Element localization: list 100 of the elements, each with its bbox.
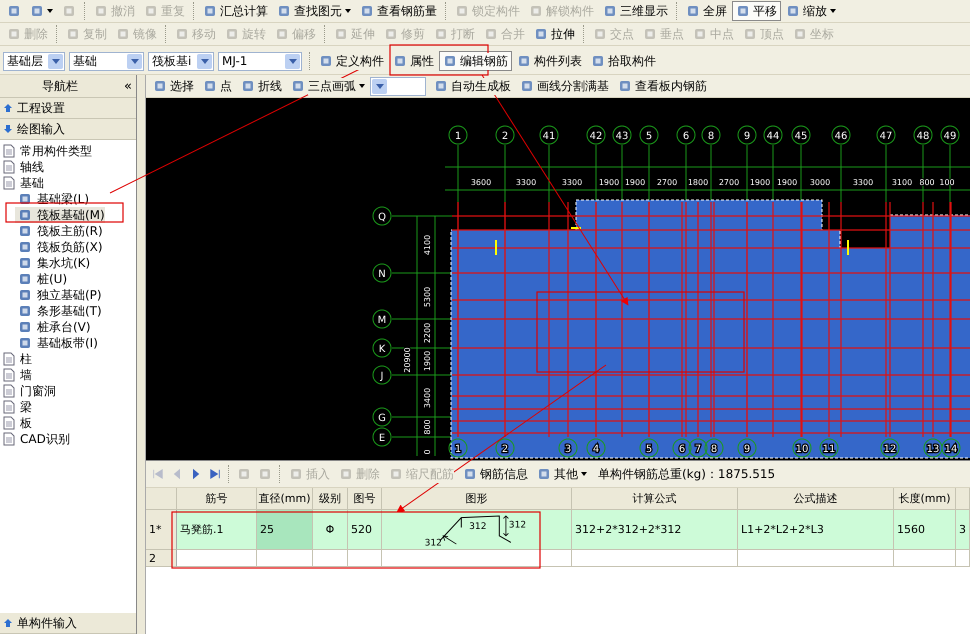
axis-bubble: 48 <box>914 126 932 144</box>
dropdown-button[interactable] <box>197 54 212 68</box>
axis-bubble: 6 <box>676 126 696 144</box>
dropdown-field[interactable]: 筏板基i <box>148 52 214 70</box>
component-icon <box>18 288 32 302</box>
component-icon <box>18 224 32 238</box>
table-cell <box>257 550 313 567</box>
axis-bubble: K <box>372 338 392 358</box>
tree-item[interactable]: CAD识别 <box>0 431 70 447</box>
tree-item[interactable]: 条形基础(T) <box>15 303 102 319</box>
tool-icon <box>289 467 303 481</box>
tree-item[interactable]: 筏板主筋(R) <box>15 223 103 239</box>
toolbar-button[interactable]: 属性 <box>389 51 438 71</box>
axis-bubble: 42 <box>586 126 606 144</box>
toolbar-button[interactable]: 选择 <box>149 76 198 96</box>
dropdown-button[interactable] <box>372 78 387 94</box>
tree-item[interactable]: 筏板负筋(X) <box>15 239 103 255</box>
section-header[interactable]: 工程设置 <box>0 98 136 119</box>
previous-record-icon <box>171 468 183 480</box>
tree-item[interactable]: 独立基础(P) <box>15 287 102 303</box>
dropdown-button[interactable] <box>127 54 142 68</box>
toolbar-button[interactable]: 点 <box>199 76 236 96</box>
next-record-icon <box>190 468 202 480</box>
tool-icon <box>334 27 348 41</box>
section-header[interactable]: 绘图输入 <box>0 119 136 140</box>
raft-slab-drawing[interactable] <box>450 200 970 458</box>
dimension-label: 3100 <box>892 178 912 187</box>
component-icon <box>18 320 32 334</box>
tree-item[interactable]: 基础 <box>0 175 44 191</box>
axis-bubble: 14 <box>942 438 960 458</box>
dimension-label: 20900 <box>403 347 412 373</box>
dropdown-field[interactable]: MJ-1 <box>218 52 302 70</box>
tree-item[interactable]: 柱 <box>0 351 32 367</box>
tool-icon <box>7 27 21 41</box>
tree-item[interactable]: 梁 <box>0 399 32 415</box>
column-header[interactable]: 级别 <box>313 488 348 510</box>
axis-bubble: 5 <box>640 438 658 458</box>
tool-icon <box>225 27 239 41</box>
section-header[interactable]: 单构件输入 <box>0 613 136 634</box>
dropdown-field[interactable]: 基础层 <box>3 52 65 70</box>
toolbar-button[interactable]: 拉伸 <box>530 24 579 44</box>
row-header[interactable]: 2 <box>146 550 177 567</box>
tool-icon <box>116 27 130 41</box>
axis-bubble: 13 <box>924 438 942 458</box>
dropdown-button[interactable] <box>48 54 63 68</box>
tree-item[interactable]: 轴线 <box>0 159 44 175</box>
column-header[interactable]: 直径(mm) <box>257 488 313 510</box>
column-header[interactable]: 筋号 <box>177 488 257 510</box>
toolbar-button[interactable]: 三点画弧 <box>287 76 369 96</box>
tool-icon <box>203 4 217 18</box>
tree-item[interactable]: 筏板基础(M) <box>15 207 105 223</box>
row-header[interactable]: 1* <box>146 510 177 550</box>
tree-item[interactable]: 桩(U) <box>15 271 68 287</box>
tree-item[interactable]: 板 <box>0 415 32 431</box>
toolbar-button[interactable]: 编辑钢筋 <box>439 51 512 71</box>
document-icon <box>3 176 15 190</box>
axis-bubble: 5 <box>640 126 658 144</box>
toolbar-button[interactable]: 平移 <box>732 1 781 21</box>
tool-icon <box>30 4 44 18</box>
dimension-label: 1900 <box>423 350 432 372</box>
dropdown-field[interactable] <box>370 76 426 96</box>
dimension-label: 2700 <box>656 178 678 187</box>
caret-icon <box>345 9 351 13</box>
tool-icon <box>62 4 76 18</box>
tree-item[interactable]: 墙 <box>0 367 32 383</box>
column-header[interactable]: 公式描述 <box>738 488 894 510</box>
tree-item[interactable]: 常用构件类型 <box>0 143 92 159</box>
component-icon <box>18 192 32 206</box>
table-cell <box>956 550 970 567</box>
toolbar-button[interactable]: 其他 <box>533 464 591 484</box>
toolbar-button[interactable]: 查找图元 <box>273 1 355 21</box>
tool-icon <box>175 27 189 41</box>
tool-icon <box>384 27 398 41</box>
tree-item[interactable]: 桩承台(V) <box>15 319 91 335</box>
axis-bubble: 8 <box>704 438 724 458</box>
tree-item[interactable]: 门窗洞 <box>0 383 56 399</box>
table-cell: L1+2*L2+2*L3 <box>738 510 894 550</box>
tool-icon <box>393 54 407 68</box>
tree-item[interactable]: 集水坑(K) <box>15 255 90 271</box>
tool-icon <box>529 4 543 18</box>
dropdown-button[interactable] <box>285 54 300 68</box>
toolbar-button[interactable]: 缩放 <box>782 1 840 21</box>
tool-icon <box>144 4 158 18</box>
dropdown-field[interactable]: 基础 <box>69 52 144 70</box>
toolbar-button[interactable]: 折线 <box>237 76 286 96</box>
column-header[interactable]: 图形 <box>382 488 572 510</box>
collapse-button[interactable]: « <box>120 78 136 94</box>
column-header[interactable]: 计算公式 <box>572 488 738 510</box>
axis-bubble: 10 <box>792 438 812 458</box>
dimension-label: 1900 <box>624 178 646 187</box>
axis-bubble: 45 <box>792 126 810 144</box>
axis-bubble: M <box>372 310 392 328</box>
tree-item[interactable]: 基础板带(I) <box>15 335 98 351</box>
dimension-label: 3600 <box>470 178 492 187</box>
column-header[interactable]: 图号 <box>348 488 382 510</box>
dimension-label: 3300 <box>516 178 536 187</box>
column-header[interactable]: 长度(mm) <box>894 488 956 510</box>
toolbar-button[interactable]: 全屏 <box>682 1 731 21</box>
tool-icon <box>277 4 291 18</box>
document-icon <box>3 416 15 430</box>
